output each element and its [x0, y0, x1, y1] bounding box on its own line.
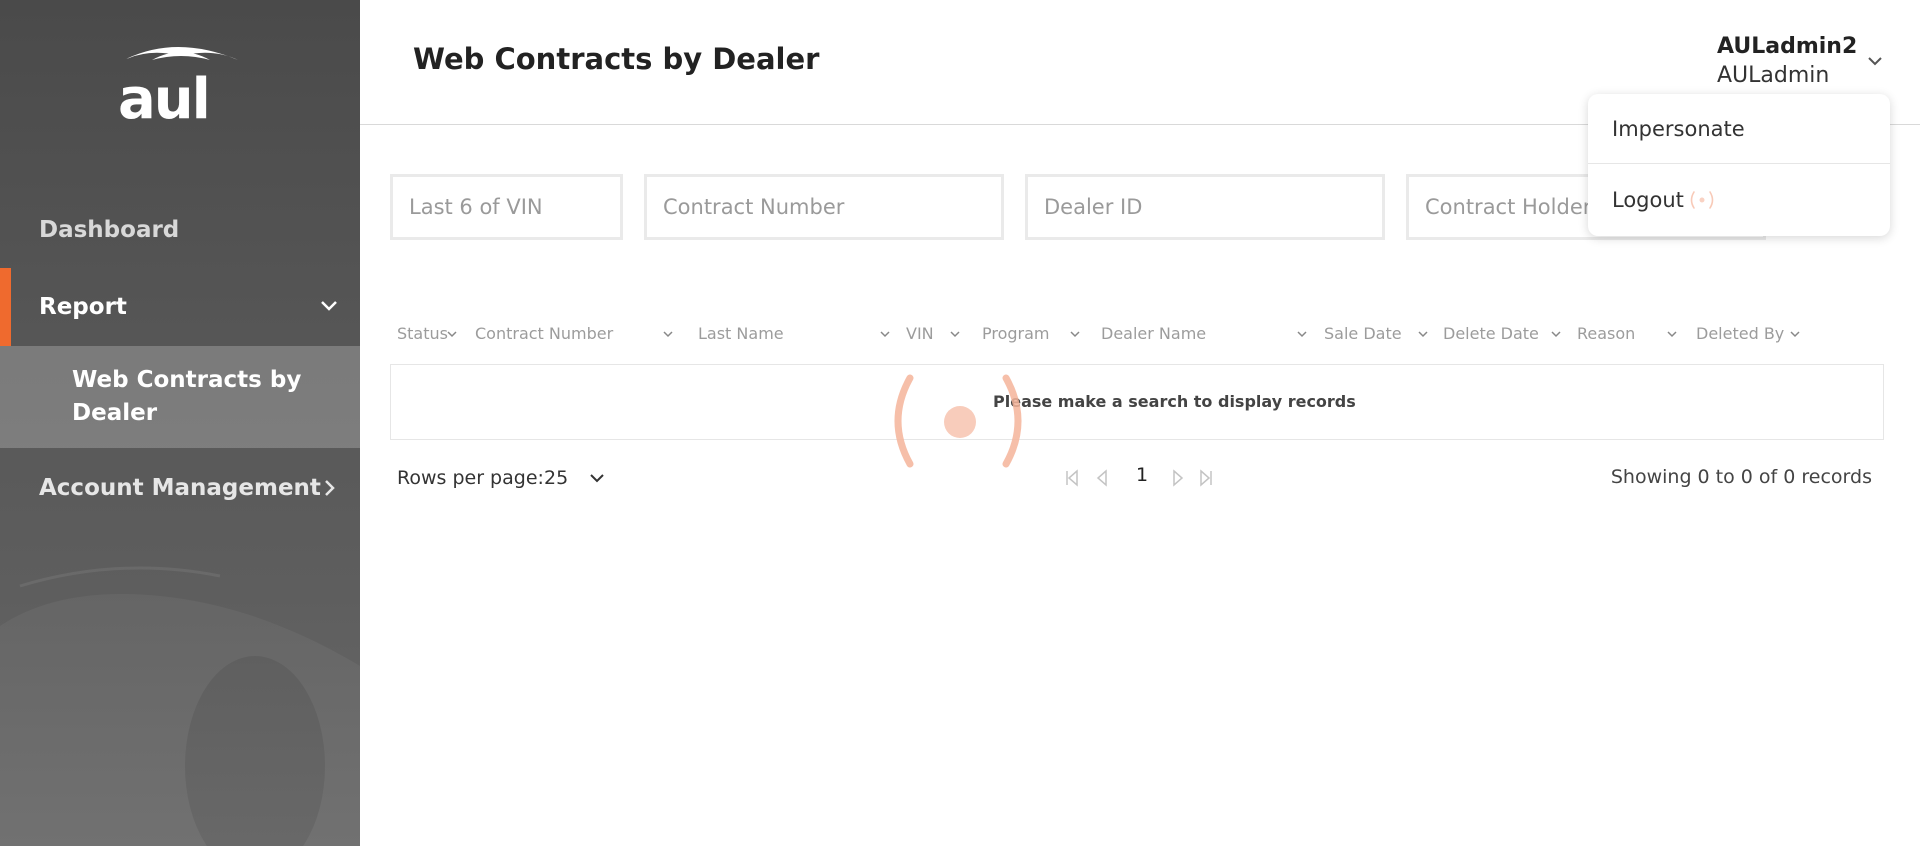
column-header-dealer-name[interactable]: Dealer Name	[1101, 318, 1307, 350]
column-label: Program	[982, 324, 1050, 343]
sidebar-item-report[interactable]: Report	[0, 268, 360, 346]
next-page-icon[interactable]	[1170, 468, 1186, 488]
menu-item-logout[interactable]: Logout	[1588, 165, 1890, 235]
chevron-down-icon	[1297, 331, 1307, 338]
sidebar-item-web-contracts[interactable]: Web Contracts by Dealer	[0, 346, 360, 448]
sidebar-item-dashboard[interactable]: Dashboard	[0, 212, 360, 248]
vin-search-input[interactable]	[390, 174, 623, 240]
column-header-status[interactable]: Status	[397, 318, 457, 350]
chevron-down-icon	[1070, 331, 1080, 338]
column-label: Dealer Name	[1101, 324, 1207, 343]
first-page-icon[interactable]	[1064, 468, 1080, 488]
sidebar-item-label: Account Management	[39, 475, 321, 501]
column-header-program[interactable]: Program	[982, 318, 1080, 350]
page-title: Web Contracts by Dealer	[413, 42, 820, 76]
loading-spinner-icon	[1690, 191, 1714, 209]
sidebar-item-account-management[interactable]: Account Management	[0, 470, 360, 506]
column-header-sale-date[interactable]: Sale Date	[1324, 318, 1428, 350]
column-label: Deleted By	[1696, 324, 1785, 343]
chevron-down-icon	[663, 331, 673, 338]
current-page-number[interactable]: 1	[1136, 464, 1148, 486]
sidebar-item-label: Report	[39, 294, 127, 320]
aul-logo: aul	[118, 47, 238, 124]
column-header-contract-number[interactable]: Contract Number	[475, 318, 673, 350]
rows-per-page-label: Rows per page:	[397, 467, 544, 489]
column-header-deleted-by[interactable]: Deleted By	[1696, 318, 1800, 350]
column-header-vin[interactable]: VIN	[906, 318, 960, 350]
table-body: Please make a search to display records	[390, 364, 1884, 440]
table-header: Status Contract Number Last Name VIN Pro…	[390, 318, 1884, 350]
logo-text: aul	[118, 67, 209, 124]
column-header-reason[interactable]: Reason	[1577, 318, 1677, 350]
sidebar: aul Dashboard Report Web Contracts by De…	[0, 0, 360, 846]
user-menu-toggle[interactable]: AULadmin2 AULadmin	[1717, 33, 1857, 91]
column-label: Contract Number	[475, 324, 614, 343]
sidebar-item-label: Web Contracts by Dealer	[72, 367, 302, 426]
column-label: Last Name	[698, 324, 784, 343]
chevron-down-icon	[950, 331, 960, 338]
menu-item-label: Logout	[1612, 188, 1684, 212]
chevron-right-icon	[325, 480, 335, 496]
chevron-down-icon	[880, 331, 890, 338]
chevron-down-icon	[447, 331, 457, 338]
user-name: AULadmin2	[1717, 34, 1858, 59]
column-header-last-name[interactable]: Last Name	[698, 318, 890, 350]
records-count: Showing 0 to 0 of 0 records	[1610, 466, 1872, 488]
chevron-down-icon	[321, 301, 337, 311]
column-header-delete-date[interactable]: Delete Date	[1443, 318, 1561, 350]
rows-per-page-value[interactable]: 25	[544, 467, 568, 489]
column-label: VIN	[906, 324, 934, 343]
dealer-id-input[interactable]	[1025, 174, 1385, 240]
previous-page-icon[interactable]	[1094, 468, 1110, 488]
last-page-icon[interactable]	[1198, 468, 1214, 488]
column-label: Delete Date	[1443, 324, 1539, 343]
chevron-down-icon[interactable]	[585, 466, 609, 490]
column-label: Sale Date	[1324, 324, 1402, 343]
chevron-down-icon	[1551, 331, 1561, 338]
column-label: Reason	[1577, 324, 1636, 343]
user-dropdown-menu: Impersonate Logout	[1588, 94, 1890, 236]
chevron-down-icon	[1418, 331, 1428, 338]
chevron-down-icon	[1667, 331, 1677, 338]
chevron-down-icon	[1790, 331, 1800, 338]
contract-number-input[interactable]	[644, 174, 1004, 240]
chevron-down-icon[interactable]	[1858, 44, 1892, 78]
menu-item-impersonate[interactable]: Impersonate	[1588, 94, 1890, 164]
car-background-image	[0, 566, 360, 846]
column-label: Status	[397, 324, 448, 343]
menu-item-label: Impersonate	[1612, 117, 1745, 141]
user-role: AULadmin	[1717, 63, 1830, 88]
loading-spinner-icon	[894, 374, 1022, 468]
empty-message: Please make a search to display records	[993, 392, 1356, 411]
sidebar-item-label: Dashboard	[39, 217, 180, 243]
